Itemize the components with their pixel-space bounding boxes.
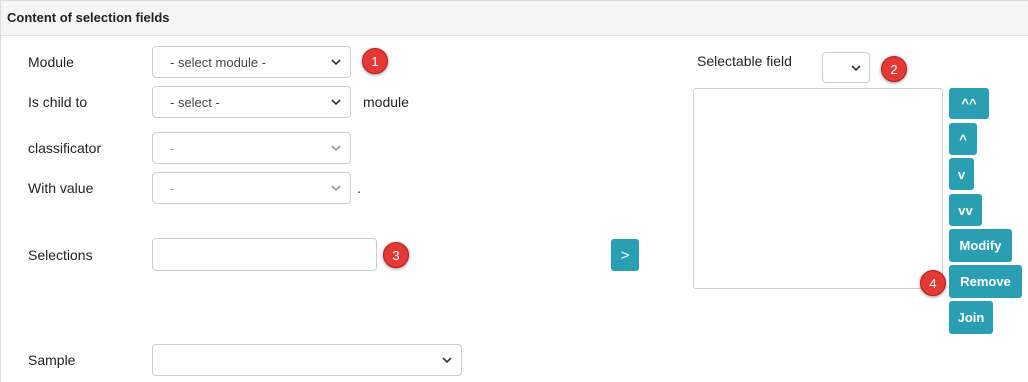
chevron-down-icon xyxy=(331,145,341,152)
move-down-button[interactable]: v xyxy=(949,158,974,190)
chevron-down-icon xyxy=(331,59,341,66)
module-select-value: - select module - xyxy=(170,55,267,70)
remove-button[interactable]: Remove xyxy=(949,265,1022,298)
classificator-select[interactable]: - xyxy=(152,132,351,164)
with-value-select[interactable]: - xyxy=(152,172,351,204)
is-child-suffix: module xyxy=(363,94,409,110)
with-value-select-value: - xyxy=(170,181,175,196)
move-bottom-button[interactable]: vv xyxy=(949,194,982,226)
annotation-badge-4: 4 xyxy=(920,270,946,296)
join-button[interactable]: Join xyxy=(949,301,993,334)
add-to-selections-button[interactable]: > xyxy=(611,239,639,271)
annotation-badge-2: 2 xyxy=(881,56,907,82)
sample-label: Sample xyxy=(28,352,76,368)
panel-title: Content of selection fields xyxy=(7,10,170,25)
chevron-down-icon xyxy=(851,65,861,72)
chevron-down-icon xyxy=(442,357,452,364)
is-child-select-value: - select - xyxy=(170,95,220,110)
move-up-button[interactable]: ^ xyxy=(949,123,977,155)
module-label: Module xyxy=(28,54,74,70)
sample-select[interactable] xyxy=(152,344,462,376)
with-value-label: With value xyxy=(28,180,94,196)
move-top-button[interactable]: ^^ xyxy=(949,88,989,119)
panel-header: Content of selection fields xyxy=(1,1,1028,36)
module-select[interactable]: - select module - xyxy=(152,46,351,78)
classificator-select-value: - xyxy=(170,141,175,156)
annotation-badge-1: 1 xyxy=(362,48,388,74)
modify-button[interactable]: Modify xyxy=(949,229,1012,262)
is-child-select[interactable]: - select - xyxy=(152,86,351,118)
selections-input[interactable] xyxy=(152,238,377,271)
with-value-suffix: . xyxy=(357,180,361,196)
classificator-label: classificator xyxy=(28,140,102,156)
selections-label: Selections xyxy=(28,247,93,263)
chevron-down-icon xyxy=(331,185,341,192)
selectable-field-listbox[interactable] xyxy=(693,88,943,289)
selectable-field-label: Selectable field xyxy=(697,53,792,69)
is-child-label: Is child to xyxy=(28,94,88,110)
selectable-field-select[interactable] xyxy=(822,52,870,83)
chevron-down-icon xyxy=(331,99,341,106)
annotation-badge-3: 3 xyxy=(383,242,409,268)
